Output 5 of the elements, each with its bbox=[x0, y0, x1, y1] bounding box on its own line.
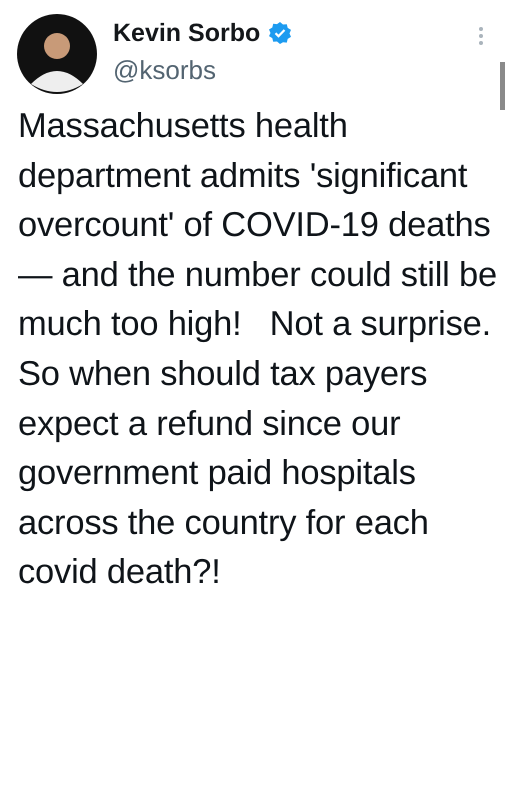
author-handle: @ksorbs bbox=[113, 54, 217, 86]
tweet-text: Massachusetts health department admits 'significant overcount' of COVID-19 deaths — and the number could still be much too high! Not a surprise. So when should tax payers expect a refund since our government paid hospitals across the country for each covid death?! bbox=[17, 106, 498, 594]
author-name: Kevin Sorbo bbox=[113, 18, 260, 48]
more-icon[interactable] bbox=[478, 26, 484, 46]
scrollbar[interactable] bbox=[500, 62, 505, 110]
